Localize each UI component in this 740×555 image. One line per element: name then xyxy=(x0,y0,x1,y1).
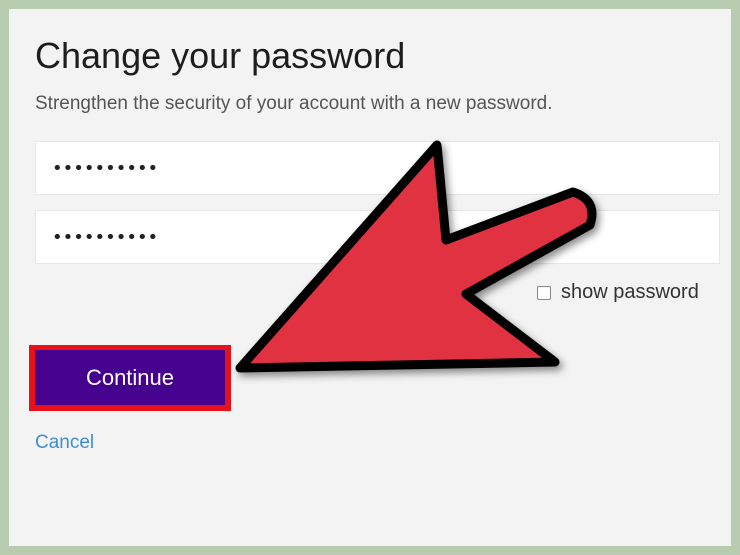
new-password-input[interactable] xyxy=(36,142,719,194)
confirm-password-input[interactable] xyxy=(36,211,719,263)
confirm-password-field[interactable] xyxy=(35,210,720,264)
change-password-card: Change your password Strengthen the secu… xyxy=(9,9,731,546)
page-title: Change your password xyxy=(35,35,406,76)
show-password-checkbox[interactable] xyxy=(537,285,551,300)
cancel-link[interactable]: Cancel xyxy=(35,432,94,454)
page-subtitle: Strengthen the security of your account … xyxy=(35,93,553,114)
show-password-label[interactable]: show password xyxy=(561,281,699,304)
new-password-field[interactable] xyxy=(35,141,720,195)
show-password-toggle[interactable]: show password xyxy=(537,281,699,304)
continue-button[interactable]: Continue xyxy=(35,350,225,405)
